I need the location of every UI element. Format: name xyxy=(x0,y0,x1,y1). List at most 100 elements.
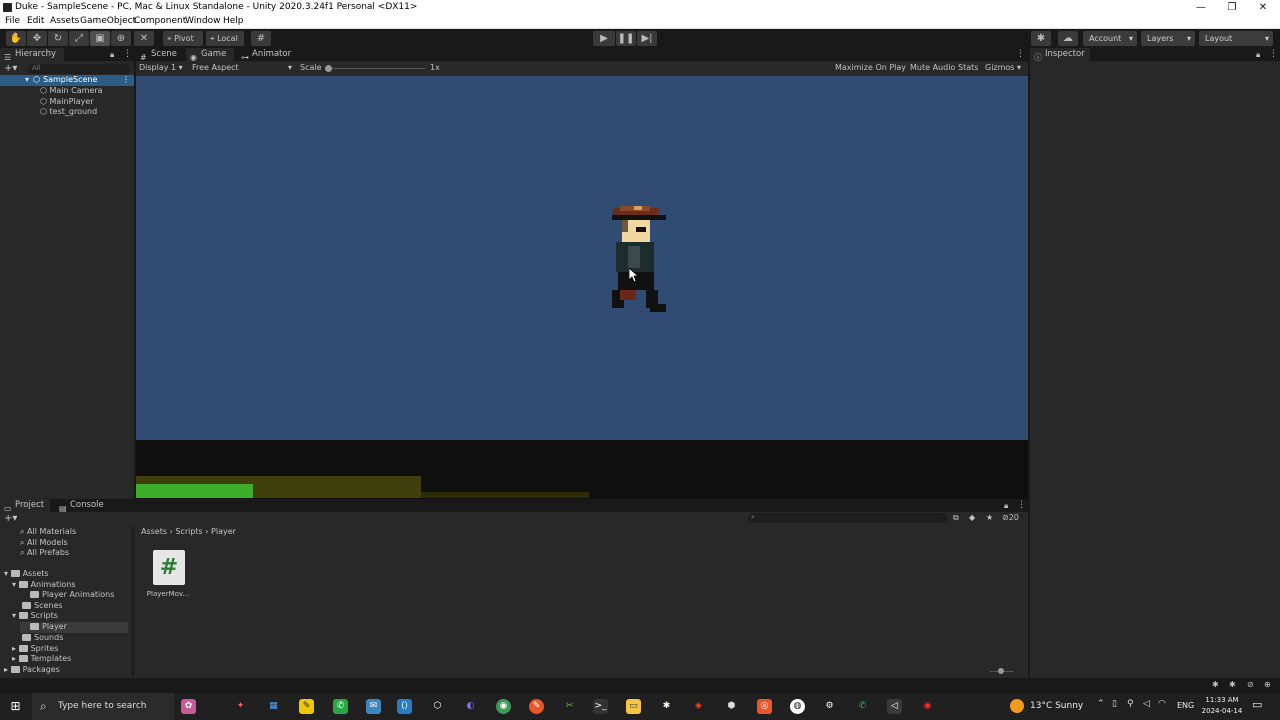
mute-audio-toggle[interactable]: Mute Audio xyxy=(910,63,955,72)
postman-icon[interactable]: ✎ xyxy=(529,699,544,714)
asset-file-item[interactable]: # PlayerMov... xyxy=(146,550,190,600)
menu-gameobject[interactable]: GameObject xyxy=(80,16,136,26)
taskbar-search-box[interactable]: ⌕ Type here to search xyxy=(32,693,174,720)
wifi-icon[interactable]: ◠ xyxy=(1158,699,1166,709)
collab-icon[interactable]: ✱ xyxy=(1031,31,1051,46)
hierarchy-item[interactable]: ⬡ test_ground xyxy=(40,107,134,118)
aspect-dropdown[interactable]: Free Aspect ▾ xyxy=(192,63,294,72)
terminal-icon[interactable]: >_ xyxy=(593,699,608,714)
filter-by-label-icon[interactable]: ◆ xyxy=(969,513,975,522)
tree-item[interactable]: ▾ Animations xyxy=(12,580,128,591)
add-icon[interactable]: +▾ xyxy=(4,63,17,74)
filter-by-type-icon[interactable]: ⧉ xyxy=(953,513,959,523)
more-options-icon[interactable]: ⋮ xyxy=(1017,500,1026,510)
layout-dropdown[interactable]: Layout ▾ xyxy=(1199,31,1273,46)
breadcrumb-item[interactable]: Scripts xyxy=(175,527,202,536)
cloud-icon[interactable]: ☁ xyxy=(1058,31,1078,46)
tab-inspector[interactable]: ⓘ Inspector xyxy=(1030,48,1090,62)
scene-root-item[interactable]: ▾ ⬡ SampleScene ⋮ xyxy=(0,75,134,86)
clock-time[interactable]: 11:33 AM xyxy=(1200,696,1244,704)
vpn-icon[interactable]: ✦ xyxy=(233,699,248,714)
settings-gear-icon[interactable]: ⚙ xyxy=(822,699,837,714)
app-icon[interactable]: ◍ xyxy=(790,699,805,714)
menu-file[interactable]: File xyxy=(5,16,20,26)
lock-icon[interactable]: 🔒︎ xyxy=(1004,501,1008,511)
battery-icon[interactable]: ▯ xyxy=(1112,699,1117,709)
slack-icon[interactable]: ✱ xyxy=(659,699,674,714)
vscode-icon[interactable]: ⟨⟩ xyxy=(397,699,412,714)
breadcrumb-item[interactable]: Player xyxy=(211,527,236,536)
tree-item-packages[interactable]: ▸ Packages xyxy=(4,665,128,676)
clock-date[interactable]: 2024-04-14 xyxy=(1200,707,1244,715)
tree-item[interactable]: ▸ Templates xyxy=(12,654,128,665)
tree-scrollbar[interactable] xyxy=(131,527,135,677)
transform-tool-icon[interactable]: ⊕ xyxy=(111,31,131,46)
scale-slider-handle[interactable] xyxy=(325,65,332,72)
rotate-tool-icon[interactable]: ↻ xyxy=(48,31,68,46)
blender-icon[interactable]: ◎ xyxy=(757,699,772,714)
tab-project[interactable]: ▭ Project xyxy=(0,499,50,513)
sticky-notes-icon[interactable]: ✎ xyxy=(299,699,314,714)
hierarchy-search-input[interactable]: All xyxy=(28,64,130,74)
hidden-packages-toggle[interactable]: ⊘20 xyxy=(1002,513,1019,522)
tree-item[interactable]: ▾ Scripts xyxy=(12,611,128,622)
play-button[interactable]: ▶ xyxy=(593,31,615,46)
unity-hub-icon[interactable]: ⬡ xyxy=(430,699,445,714)
rect-tool-icon[interactable]: ▣ xyxy=(90,31,110,46)
scale-tool-icon[interactable]: ⤢ xyxy=(69,31,89,46)
layers-dropdown[interactable]: Layers ▾ xyxy=(1141,31,1195,46)
speaker-icon[interactable]: ◁ xyxy=(1143,699,1150,709)
step-button[interactable]: ▶| xyxy=(637,31,657,46)
more-options-icon[interactable]: ⋮ xyxy=(123,49,132,59)
menu-help[interactable]: Help xyxy=(223,16,244,26)
tree-item[interactable]: Sounds xyxy=(22,633,128,644)
figma-icon[interactable]: ◈ xyxy=(691,699,706,714)
game-viewport[interactable] xyxy=(136,76,1028,499)
pivot-toggle[interactable]: ⌖ Pivot xyxy=(163,31,203,46)
search-highlight-icon[interactable]: ✿ xyxy=(181,699,196,714)
tree-item-selected[interactable]: Player xyxy=(20,622,128,633)
breadcrumb-item[interactable]: Assets xyxy=(141,527,167,536)
mail-icon[interactable]: ✉ xyxy=(366,699,381,714)
tab-animator[interactable]: ⊶ Animator xyxy=(237,48,297,62)
file-explorer-icon[interactable]: ▭ xyxy=(626,699,641,714)
more-options-icon[interactable]: ⋮ xyxy=(1269,49,1278,59)
menu-component[interactable]: Component xyxy=(134,16,186,26)
debug-icon[interactable]: ⊕ xyxy=(1264,680,1271,689)
grid-snap-icon[interactable]: # xyxy=(251,31,271,46)
tab-console[interactable]: ▤ Console xyxy=(55,499,105,513)
maximize-on-play-toggle[interactable]: Maximize On Play xyxy=(835,63,906,72)
close-button[interactable]: ✕ xyxy=(1248,0,1278,15)
add-icon[interactable]: +▾ xyxy=(4,513,17,524)
custom-tool-icon[interactable]: ✕ xyxy=(134,31,154,46)
whatsapp-icon[interactable]: ✆ xyxy=(333,699,348,714)
favorite-item[interactable]: ⌕ All Materials xyxy=(20,527,128,538)
menu-edit[interactable]: Edit xyxy=(27,16,44,26)
account-dropdown[interactable]: Account ▾ xyxy=(1083,31,1137,46)
tree-item[interactable]: Scenes xyxy=(22,601,128,612)
more-options-icon[interactable]: ⋮ xyxy=(1016,49,1025,59)
hierarchy-item[interactable]: ⬡ Main Camera xyxy=(40,86,134,97)
windows-start-icon[interactable]: ⊞ xyxy=(8,699,23,714)
restore-button[interactable]: ❐ xyxy=(1217,0,1247,15)
move-tool-icon[interactable]: ✥ xyxy=(27,31,47,46)
tree-item-assets[interactable]: ▾ Assets xyxy=(4,569,128,580)
lock-icon[interactable]: 🔒︎ xyxy=(110,50,114,60)
github-icon[interactable]: ◐ xyxy=(463,699,478,714)
local-toggle[interactable]: ⌖ Local xyxy=(206,31,244,46)
unity-editor-running-icon[interactable]: ◁ xyxy=(887,699,902,714)
stats-toggle[interactable]: Stats xyxy=(958,63,978,72)
tree-item[interactable]: Player Animations xyxy=(30,590,128,601)
chrome-icon[interactable]: ◉ xyxy=(496,699,511,714)
favorite-star-icon[interactable]: ★ xyxy=(986,513,993,522)
tree-item[interactable]: ▸ Sprites xyxy=(12,644,128,655)
collab-status-icon[interactable]: ✱ xyxy=(1212,680,1219,689)
project-search-input[interactable]: ⌕ xyxy=(748,513,948,523)
menu-assets[interactable]: Assets xyxy=(50,16,79,26)
favorite-item[interactable]: ⌕ All Prefabs xyxy=(20,548,128,559)
favorite-item[interactable]: ⌕ All Models xyxy=(20,538,128,549)
tab-game[interactable]: ◉ Game xyxy=(186,48,234,62)
phone-link-icon[interactable]: ✆ xyxy=(855,699,870,714)
display-dropdown[interactable]: Display 1 ▾ xyxy=(139,63,183,72)
snipping-icon[interactable]: ✂ xyxy=(562,699,577,714)
